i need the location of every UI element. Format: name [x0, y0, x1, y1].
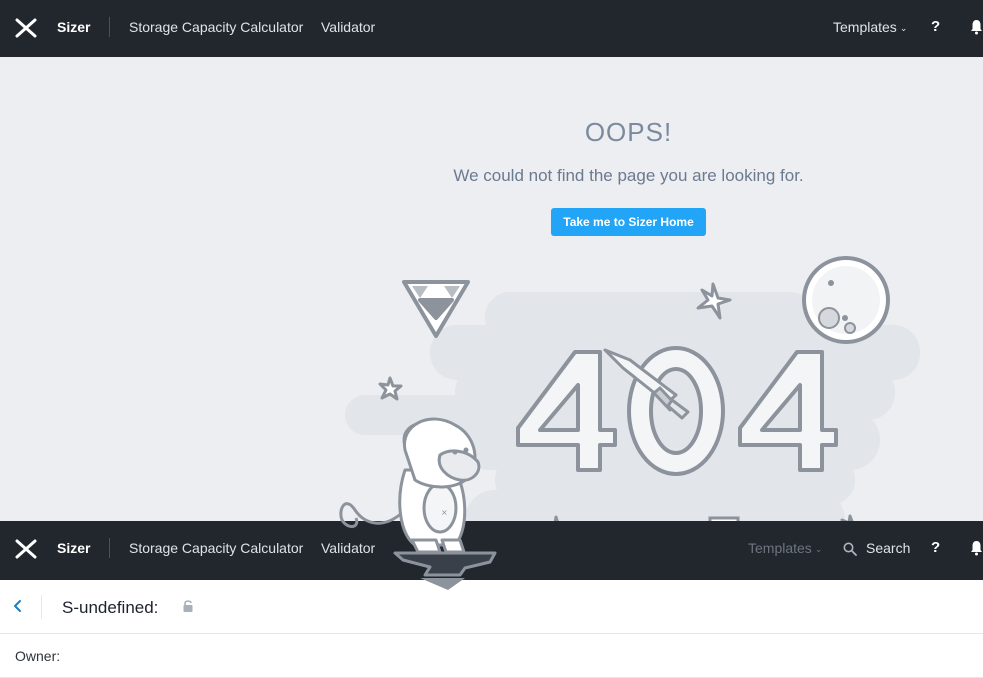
nav-divider: [109, 538, 110, 558]
brand-title[interactable]: Sizer: [57, 19, 90, 35]
help-button[interactable]: ?: [931, 18, 940, 35]
nav-storage-capacity-calculator[interactable]: Storage Capacity Calculator: [129, 540, 303, 556]
nav-validator[interactable]: Validator: [321, 540, 375, 556]
templates-menu[interactable]: Templates ⌄: [833, 19, 907, 35]
nutanix-x-logo-icon[interactable]: [15, 18, 37, 38]
chevron-down-icon: ⌄: [814, 544, 823, 554]
help-button[interactable]: ?: [931, 539, 940, 556]
search-input[interactable]: Search: [866, 540, 910, 556]
lock-icon[interactable]: [182, 599, 194, 613]
header-divider: [41, 595, 42, 619]
nutanix-x-logo-icon[interactable]: [15, 539, 37, 559]
brand-title[interactable]: Sizer: [57, 540, 90, 556]
scenario-header: S-undefined:: [0, 580, 983, 634]
templates-label: Templates: [748, 540, 812, 556]
chevron-left-icon[interactable]: [12, 598, 24, 614]
templates-menu[interactable]: Templates ⌄: [748, 540, 822, 556]
top-nav-bar: Sizer Storage Capacity Calculator Valida…: [0, 0, 983, 57]
nav-validator[interactable]: Validator: [321, 19, 375, 35]
error-page: OOPS! We could not find the page you are…: [0, 57, 983, 521]
top-nav-bar-overlay: Sizer Storage Capacity Calculator Valida…: [0, 521, 983, 580]
search-icon[interactable]: [843, 542, 857, 556]
bell-icon[interactable]: [970, 19, 983, 35]
templates-label: Templates: [833, 19, 897, 35]
owner-row: Owner:: [0, 634, 983, 678]
owner-label: Owner:: [15, 648, 61, 664]
nav-storage-capacity-calculator[interactable]: Storage Capacity Calculator: [129, 19, 303, 35]
nav-divider: [109, 17, 110, 37]
chevron-down-icon: ⌄: [899, 23, 908, 33]
error-title: OOPS!: [584, 117, 673, 147]
error-message: We could not find the page you are looki…: [453, 166, 804, 185]
bell-icon[interactable]: [970, 540, 983, 556]
scenario-title[interactable]: S-undefined:: [62, 598, 158, 618]
sizer-home-button[interactable]: Take me to Sizer Home: [551, 208, 706, 236]
